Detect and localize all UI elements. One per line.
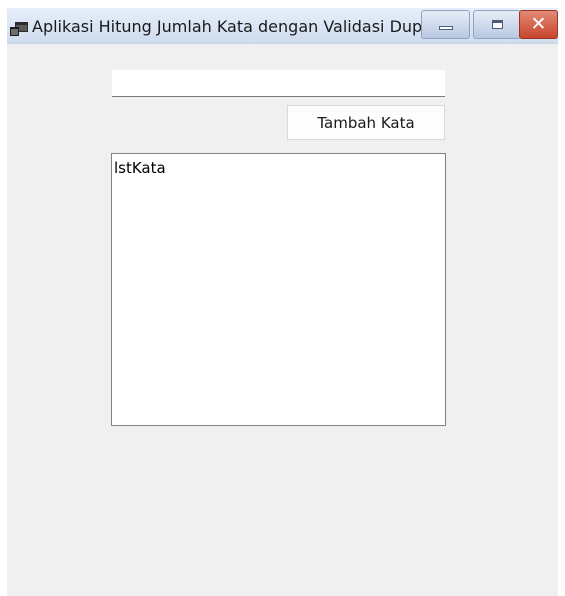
minimize-button[interactable] bbox=[421, 10, 470, 39]
maximize-icon bbox=[492, 20, 503, 29]
window-title: Aplikasi Hitung Jumlah Kata dengan Valid… bbox=[32, 17, 422, 36]
minimize-icon bbox=[439, 26, 453, 30]
close-button[interactable]: ✕ bbox=[519, 10, 558, 39]
title-bar[interactable]: Aplikasi Hitung Jumlah Kata dengan Valid… bbox=[7, 8, 558, 44]
app-window-icon bbox=[10, 21, 28, 36]
app-window: Aplikasi Hitung Jumlah Kata dengan Valid… bbox=[7, 8, 558, 596]
add-word-button[interactable]: Tambah Kata bbox=[287, 105, 445, 140]
maximize-button[interactable] bbox=[473, 10, 521, 39]
list-item[interactable]: lstKata bbox=[114, 159, 445, 177]
close-icon: ✕ bbox=[530, 13, 547, 35]
word-listbox[interactable]: lstKata bbox=[111, 153, 446, 426]
word-input[interactable] bbox=[112, 70, 445, 97]
